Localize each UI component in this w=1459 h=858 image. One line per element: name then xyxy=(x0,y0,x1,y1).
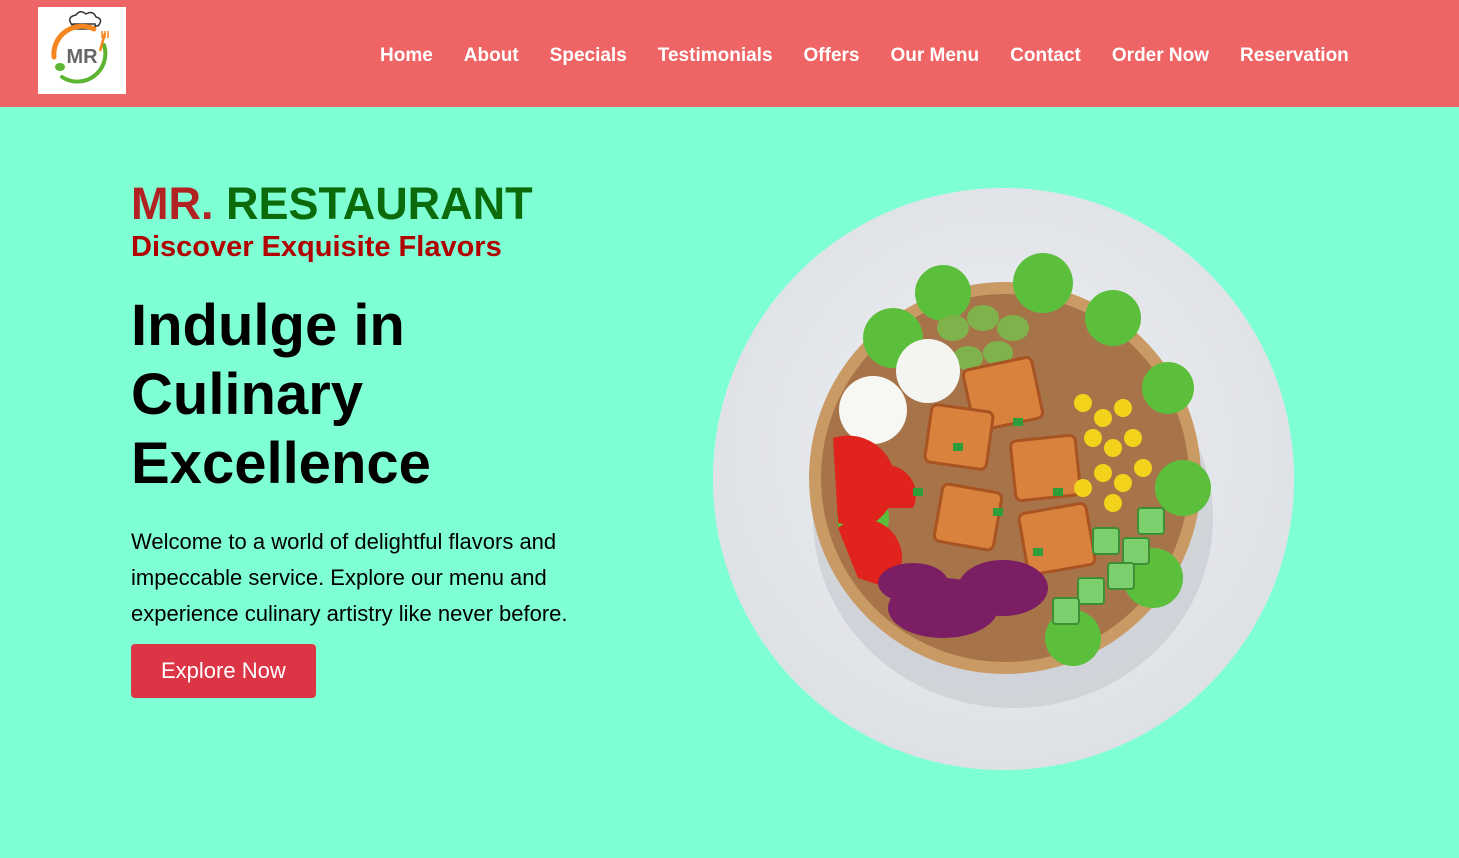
nav-item-testimonials: Testimonials xyxy=(658,44,773,68)
tagline: Discover Exquisite Flavors xyxy=(131,231,502,263)
nav-item-reservation: Reservation xyxy=(1240,44,1349,68)
nav-item-contact: Contact xyxy=(1010,44,1081,68)
svg-text:MR: MR xyxy=(66,46,98,68)
nav-link-offers[interactable]: Offers xyxy=(804,45,860,66)
nav-item-specials: Specials xyxy=(550,44,627,68)
nav-item-about: About xyxy=(464,44,519,68)
brand-title: MR. RESTAURANT xyxy=(131,178,651,230)
nav-menu: Home About Specials Testimonials Offers … xyxy=(380,44,1349,68)
hero-image xyxy=(713,188,1294,770)
nav-link-about[interactable]: About xyxy=(464,45,519,66)
nav-link-our-menu[interactable]: Our Menu xyxy=(890,45,979,66)
nav-link-contact[interactable]: Contact xyxy=(1010,45,1081,66)
hero-text: MR. RESTAURANT Discover Exquisite Flavor… xyxy=(131,178,651,698)
salad-bowl-icon xyxy=(713,188,1294,770)
nav-item-offers: Offers xyxy=(804,44,860,68)
nav-link-specials[interactable]: Specials xyxy=(550,45,627,66)
brand-title-second: RESTAURANT xyxy=(226,178,533,229)
nav-link-home[interactable]: Home xyxy=(380,45,433,66)
nav-link-testimonials[interactable]: Testimonials xyxy=(658,45,773,66)
nav-link-order-now[interactable]: Order Now xyxy=(1112,45,1209,66)
navbar: MR Home About Specials Testimonials Offe… xyxy=(0,0,1459,107)
nav-link-reservation[interactable]: Reservation xyxy=(1240,45,1349,66)
nav-item-home: Home xyxy=(380,44,433,68)
brand-title-first: MR. xyxy=(131,178,214,229)
logo[interactable]: MR xyxy=(38,7,126,94)
nav-item-order-now: Order Now xyxy=(1112,44,1209,68)
explore-now-button[interactable]: Explore Now xyxy=(131,644,316,698)
hero-headline: Indulge in Culinary Excellence xyxy=(131,293,431,496)
nav-item-our-menu: Our Menu xyxy=(890,44,979,68)
hero-description: Welcome to a world of delightful flavors… xyxy=(131,529,568,626)
chef-hat-logo-icon: MR xyxy=(51,10,109,84)
